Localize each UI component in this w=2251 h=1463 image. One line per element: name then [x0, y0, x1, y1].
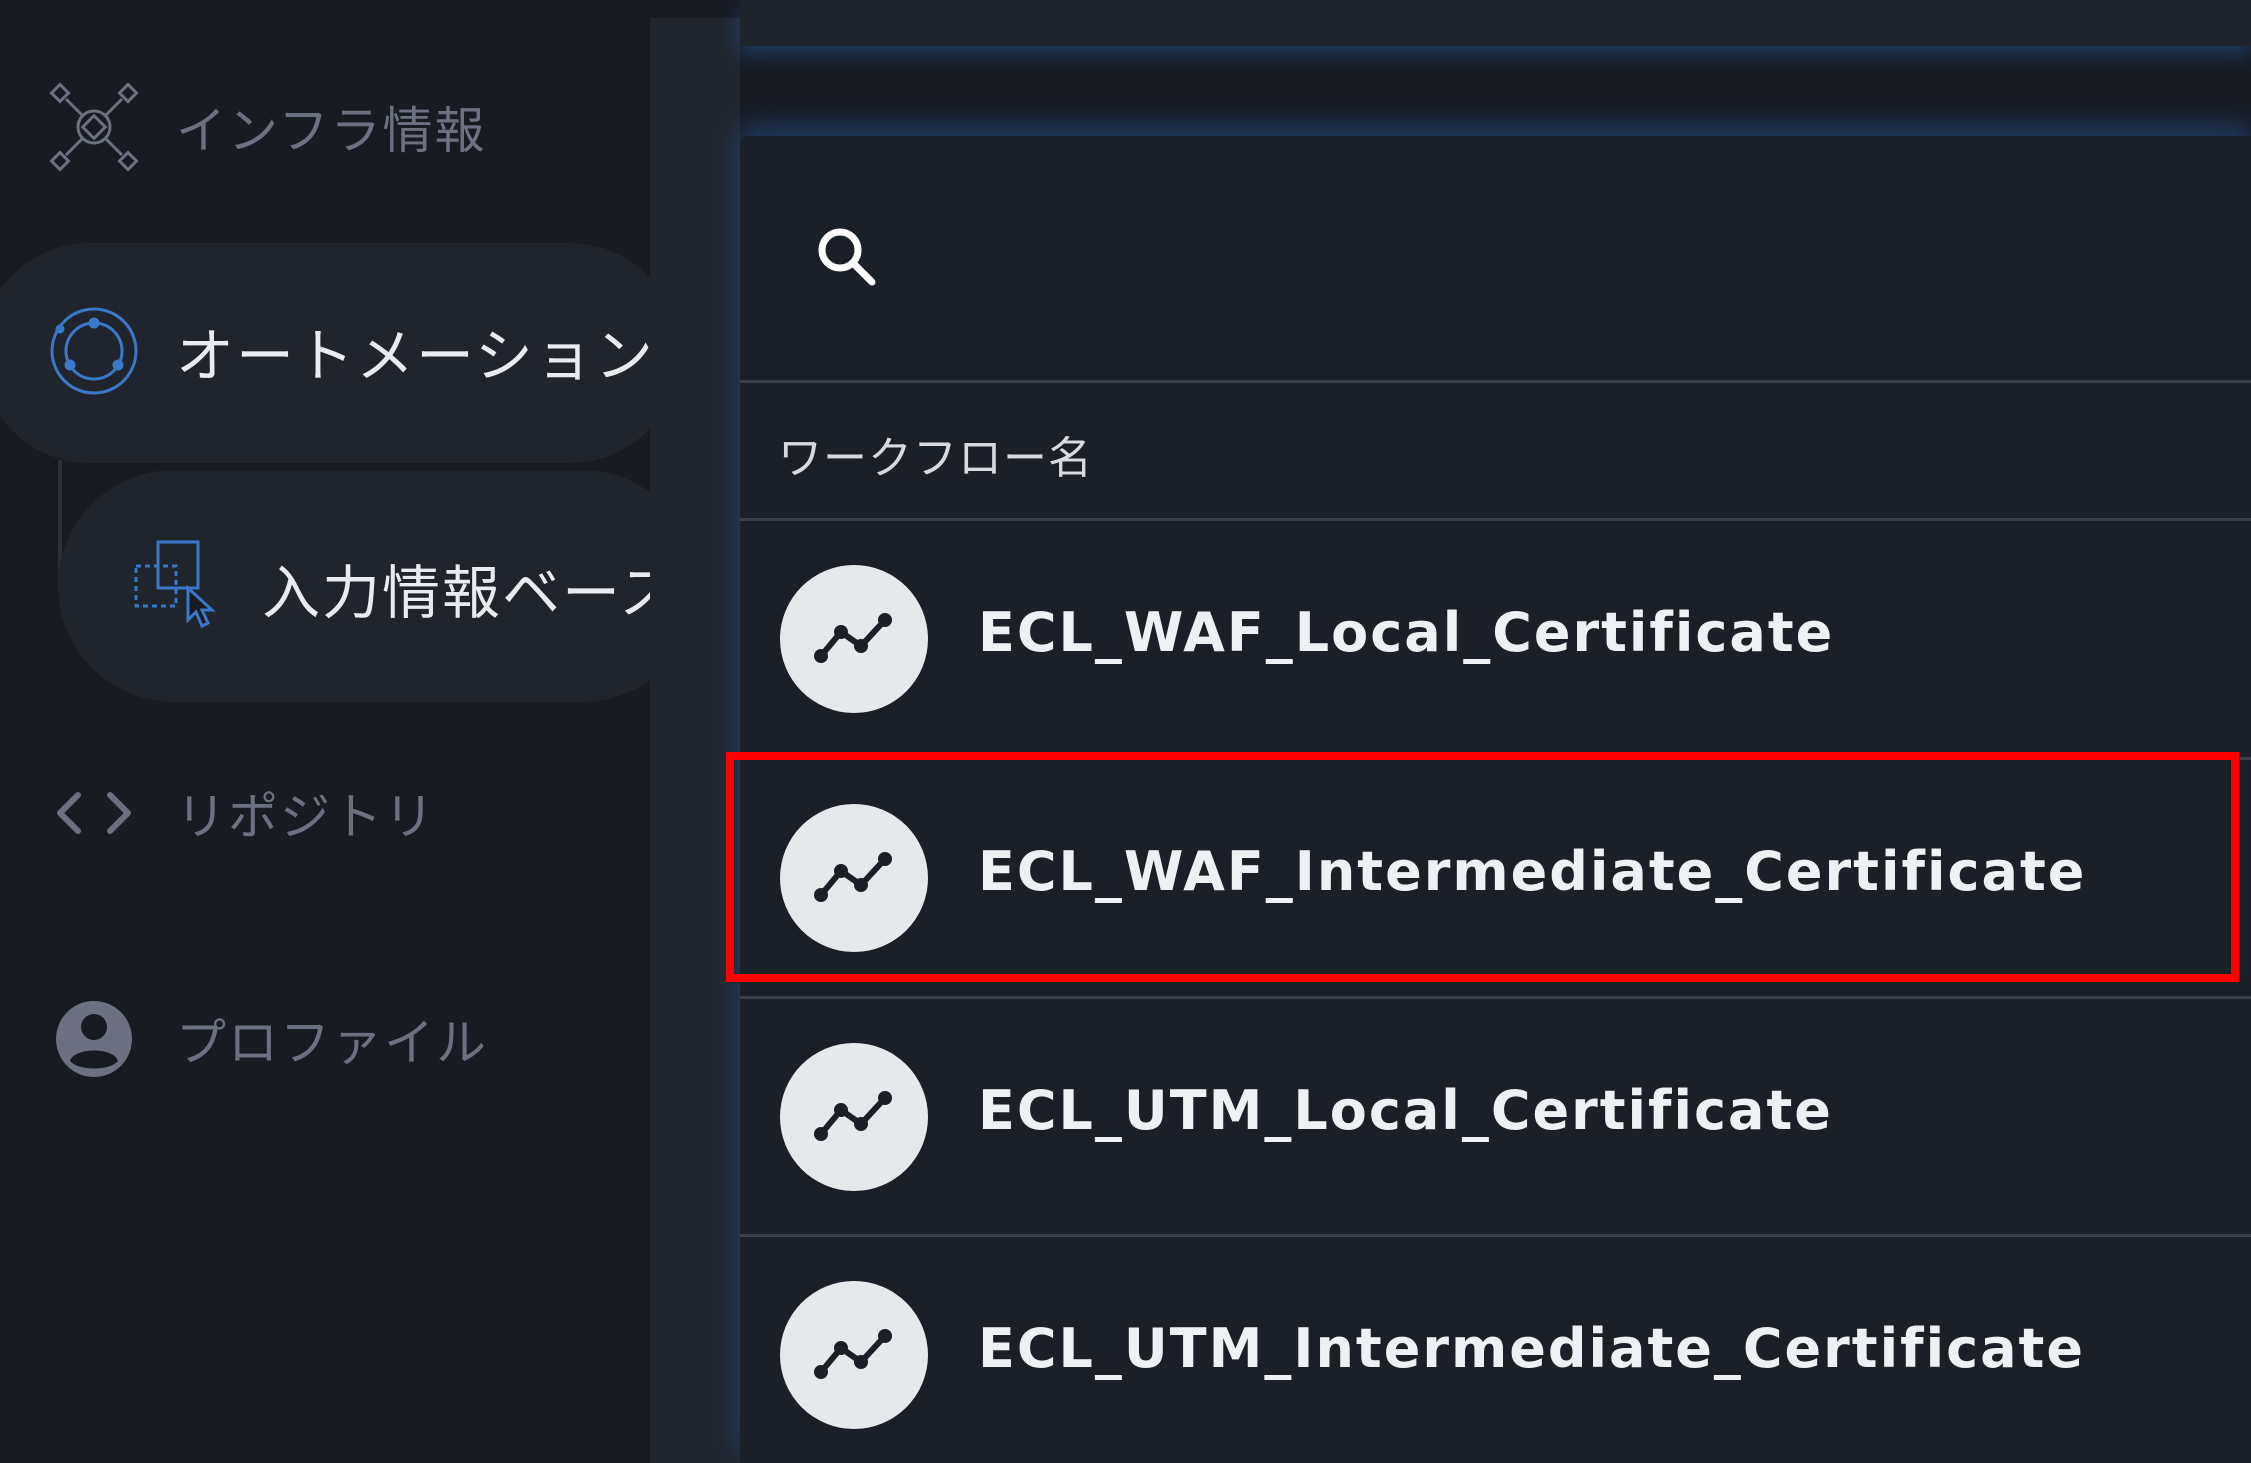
column-header-workflow-name: ワークフロー名	[778, 433, 1093, 484]
input-form-icon	[132, 536, 228, 632]
table-row[interactable]: ECL_WAF_Local_Certificate	[740, 521, 2251, 757]
top-bar	[740, 0, 2251, 46]
sidebar-item-automation[interactable]: オートメーション	[0, 296, 650, 406]
sidebar-item-label: オートメーション	[176, 322, 650, 390]
code-brackets-icon	[48, 767, 140, 859]
sidebar-item-label: リポジトリ	[176, 788, 436, 846]
sidebar-item-repository[interactable]: リポジトリ	[0, 758, 650, 868]
workflow-icon	[780, 565, 928, 713]
sidebar-subitem-label: 入力情報ベース	[262, 559, 650, 627]
divider	[740, 380, 2251, 383]
sidebar-divider	[650, 18, 740, 1463]
search-input[interactable]	[910, 216, 2214, 298]
workflow-name: ECL_UTM_Intermediate_Certificate	[978, 1317, 2085, 1380]
table-row[interactable]: ECL_UTM_Local_Certificate	[740, 999, 2251, 1235]
highlight-box	[726, 752, 2239, 982]
workflow-name: ECL_UTM_Local_Certificate	[978, 1079, 1833, 1142]
sidebar-item-label: インフラ情報	[176, 102, 487, 160]
network-icon	[48, 81, 140, 173]
sidebar-item-infra[interactable]: インフラ情報	[0, 72, 650, 182]
sidebar-item-label: プロファイル	[176, 1014, 488, 1072]
sidebar-item-profile[interactable]: プロファイル	[0, 984, 650, 1094]
search-bar	[740, 136, 2251, 380]
workflow-icon	[780, 1043, 928, 1191]
search-icon[interactable]	[808, 218, 888, 298]
workflow-name: ECL_WAF_Local_Certificate	[978, 601, 1835, 664]
sidebar: インフラ情報 オートメーション 入力情報ベース リポジトリ プロファイル	[0, 0, 650, 1463]
automation-icon	[48, 305, 140, 397]
workflow-icon	[780, 1281, 928, 1429]
table-row[interactable]: ECL_UTM_Intermediate_Certificate	[740, 1237, 2251, 1463]
account-icon	[48, 993, 140, 1085]
app-root: インフラ情報 オートメーション 入力情報ベース リポジトリ プロファイル ワーク…	[0, 0, 2251, 1463]
